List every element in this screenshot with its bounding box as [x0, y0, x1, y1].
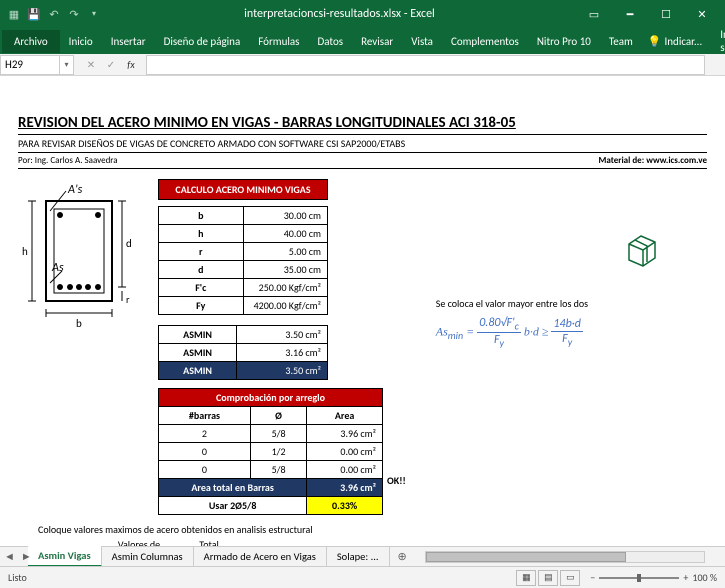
formula-input[interactable]	[146, 55, 705, 75]
formula-math: Asmin = 0.80√F'cFy b·d ≥ 14b·dFy	[436, 316, 588, 350]
zoom-control[interactable]: − + 100 %	[590, 571, 717, 584]
quick-access-toolbar: ▦ 💾 ↶ ↷ ▾	[6, 6, 102, 22]
table-row: 05/80.00 cm²	[159, 461, 383, 479]
zoom-slider[interactable]	[599, 577, 679, 579]
zoom-level[interactable]: 100 %	[692, 571, 717, 584]
label-r: r	[126, 293, 130, 306]
formula-bar: H29 ▾ ✕ ✓ fx	[0, 54, 725, 76]
sheet-tab[interactable]: Armado de Acero en Vigas	[194, 547, 327, 566]
status-bar: Listo ▦ ▤ ▭ − + 100 %	[0, 566, 725, 588]
page-layout-icon[interactable]: ▤	[538, 570, 558, 586]
usar-row: Usar 2Ø5/80.33%	[159, 497, 383, 515]
author: Por: Ing. Carlos A. Saavedra	[18, 155, 118, 166]
lightbulb-icon: 💡	[648, 35, 662, 48]
tab-view[interactable]: Vista	[402, 30, 442, 53]
label-d: d	[126, 237, 132, 250]
name-box[interactable]: H29	[0, 55, 60, 75]
label-b: b	[76, 317, 82, 330]
analysis-section: Coloque valores maximos de acero obtenid…	[18, 523, 707, 546]
file-tab[interactable]: Archivo	[2, 30, 60, 53]
table-row: ASMIN3.50 cm²	[159, 362, 328, 380]
page-break-icon[interactable]: ▭	[560, 570, 580, 586]
sheet-tab-bar: ◄► Asmin Vigas Asmin Columnas Armado de …	[0, 546, 725, 566]
label-aprime: A's	[67, 183, 83, 197]
label-h: h	[22, 245, 28, 258]
worksheet[interactable]: REVISION DEL ACERO MINIMO EN VIGAS - BAR…	[0, 76, 725, 546]
document-title: interpretacioncsi-resultados.xlsx - Exce…	[102, 7, 577, 21]
sheet-tab[interactable]: Asmin Vigas	[28, 546, 102, 567]
excel-icon: ▦	[6, 6, 22, 22]
tell-me[interactable]: 💡Indicar...	[642, 31, 708, 52]
normal-view-icon[interactable]: ▦	[516, 570, 536, 586]
ribbon: Archivo Inicio Insertar Diseño de página…	[0, 28, 725, 54]
status-mode: Listo	[8, 571, 516, 584]
tab-team[interactable]: Team	[600, 30, 642, 53]
tab-home[interactable]: Inicio	[60, 30, 102, 53]
prev-sheet-icon: ◄	[2, 550, 17, 563]
page-subtitle: PARA REVISAR DISEÑOS DE VIGAS DE CONCRET…	[18, 137, 707, 153]
save-icon[interactable]: 💾	[26, 6, 42, 22]
material-source: Material de: www.ics.com.ve	[598, 155, 707, 166]
label-as: As	[51, 261, 64, 275]
name-box-dropdown[interactable]: ▾	[60, 55, 74, 75]
page-title: REVISION DEL ACERO MINIMO EN VIGAS - BAR…	[18, 114, 707, 135]
beam-section-diagram: A's As b h d r	[18, 183, 138, 333]
fx-icon[interactable]: fx	[122, 56, 140, 74]
table-row: r5.00 cm	[159, 243, 328, 261]
cancel-icon[interactable]: ✕	[82, 56, 100, 74]
author-row: Por: Ing. Carlos A. Saavedra Material de…	[18, 155, 707, 169]
zoom-out-icon[interactable]: −	[590, 571, 595, 584]
formula-note: Se coloca el valor mayor entre los dos	[436, 297, 588, 310]
redo-icon[interactable]: ↷	[66, 6, 82, 22]
asmin-table: ASMIN3.50 cm² ASMIN3.16 cm² ASMIN3.50 cm…	[158, 325, 328, 380]
enter-icon[interactable]: ✓	[102, 56, 120, 74]
tab-data[interactable]: Datos	[308, 30, 352, 53]
calc-input-table: b30.00 cm h40.00 cm r5.00 cm d35.00 cm F…	[158, 206, 328, 315]
table-row: h40.00 cm	[159, 225, 328, 243]
table-row: F'c250.00 Kgf/cm²	[159, 279, 328, 297]
sheet-nav[interactable]: ◄►	[2, 550, 34, 563]
table-row: 01/20.00 cm²	[159, 443, 383, 461]
comp-header: Comprobación por arreglo	[159, 389, 383, 407]
total-row: Area total en Barras3.96 cm²	[159, 479, 383, 497]
calc-table-title: CALCULO ACERO MINIMO VIGAS	[158, 179, 328, 200]
add-sheet-button[interactable]: ⊕	[390, 547, 415, 566]
sheet-tab[interactable]: Asmin Columnas	[102, 547, 194, 566]
tab-review[interactable]: Revisar	[352, 30, 402, 53]
sign-in-button[interactable]: Iniciar sesión	[714, 24, 725, 58]
tab-formulas[interactable]: Fórmulas	[249, 30, 308, 53]
undo-icon[interactable]: ↶	[46, 6, 62, 22]
table-row: d35.00 cm	[159, 261, 328, 279]
table-row: b30.00 cm	[159, 207, 328, 225]
comp-table: Comprobación por arreglo #barrasØArea 25…	[158, 388, 383, 515]
table-row: ASMIN3.16 cm²	[159, 344, 328, 362]
tab-page-layout[interactable]: Diseño de página	[155, 30, 250, 53]
ribbon-display-icon[interactable]: ▭	[577, 0, 611, 28]
qat-dropdown-icon[interactable]: ▾	[86, 6, 102, 22]
next-sheet-icon: ►	[19, 550, 34, 563]
ok-label: OK!!	[383, 474, 406, 487]
analysis-note: Coloque valores maximos de acero obtenid…	[18, 523, 707, 536]
brand-logo	[619, 226, 665, 272]
zoom-in-icon[interactable]: +	[683, 571, 688, 584]
table-row: 25/83.96 cm²	[159, 425, 383, 443]
sheet-tab[interactable]: Solape: ...	[327, 547, 390, 566]
horizontal-scrollbar[interactable]	[425, 551, 705, 563]
tab-nitro[interactable]: Nitro Pro 10	[528, 30, 600, 53]
tab-insert[interactable]: Insertar	[102, 30, 155, 53]
formula-side: Se coloca el valor mayor entre los dos A…	[436, 297, 588, 350]
table-row: Fy4200.00 Kgf/cm²	[159, 297, 328, 315]
title-bar: ▦ 💾 ↶ ↷ ▾ interpretacioncsi-resultados.x…	[0, 0, 725, 28]
tab-addins[interactable]: Complementos	[442, 30, 528, 53]
table-row: ASMIN3.50 cm²	[159, 326, 328, 344]
